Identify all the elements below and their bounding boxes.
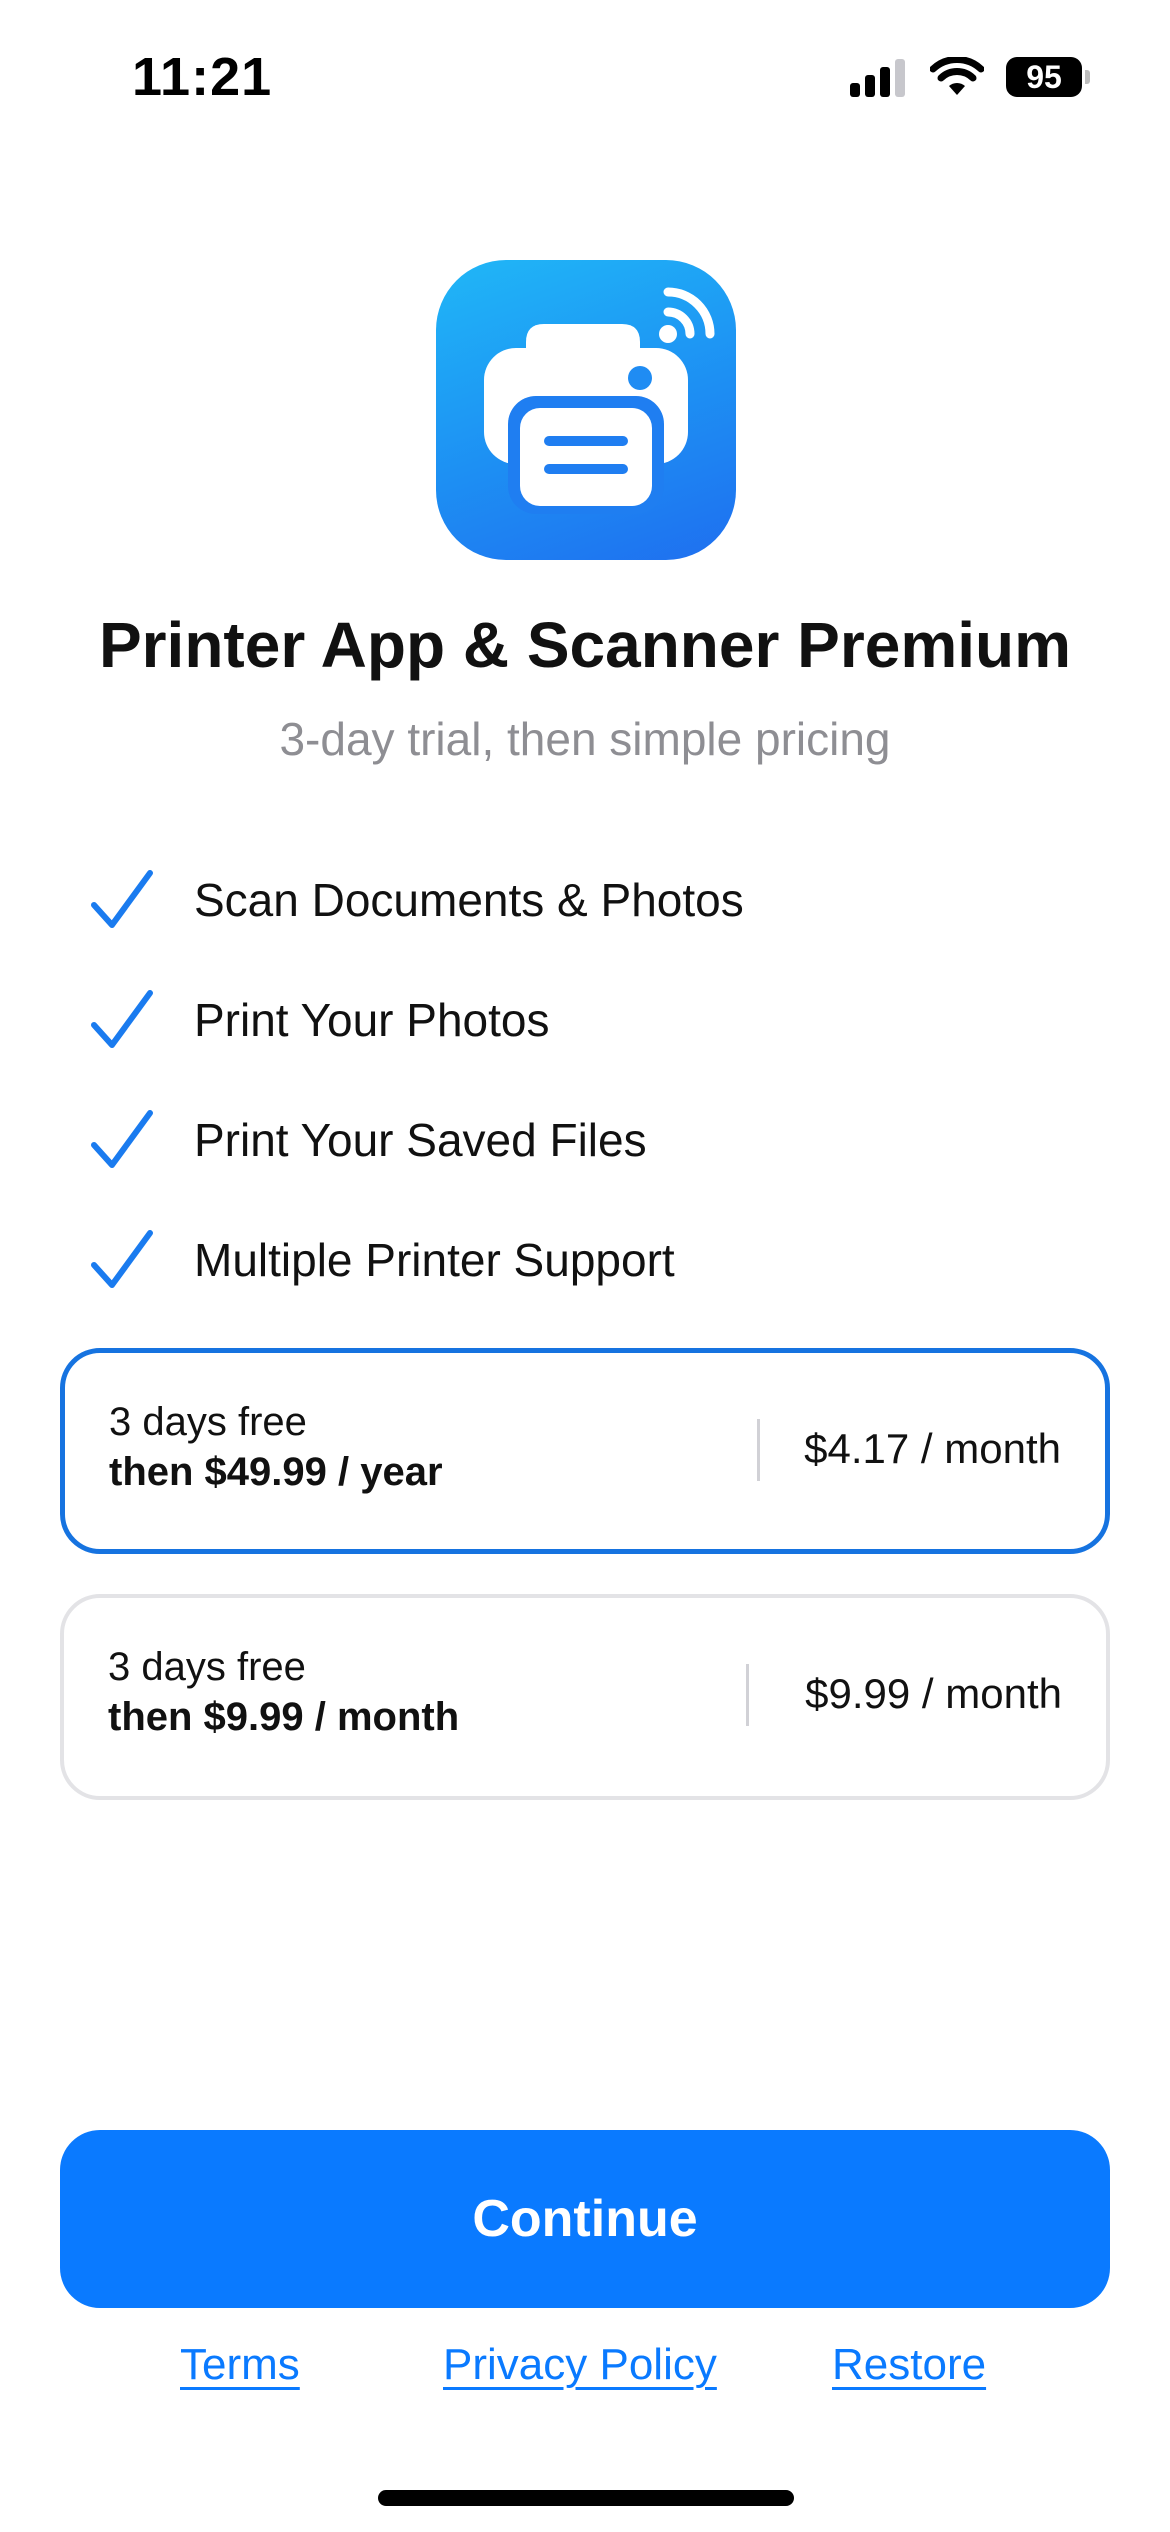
battery-icon: 95 (1006, 57, 1090, 97)
plan-monthly-price: $9.99 / month (805, 1670, 1062, 1717)
feature-label: Scan Documents & Photos (194, 874, 744, 926)
printer-wifi-icon (436, 260, 736, 560)
plan-price: then $49.99 / year (109, 1450, 443, 1494)
restore-link[interactable]: Restore (832, 2340, 986, 2390)
battery-tip (1085, 70, 1090, 84)
check-icon (91, 870, 153, 928)
home-indicator (378, 2490, 794, 2506)
page-title: Printer App & Scanner Premium (98, 609, 1072, 681)
plan-details: 3 days free then $9.99 / month (108, 1642, 459, 1742)
status-time: 11:21 (132, 47, 273, 107)
feature-item: Print Your Photos (88, 960, 1088, 1080)
plan-divider (757, 1419, 760, 1481)
plan-trial: 3 days free (109, 1400, 307, 1444)
feature-list: Scan Documents & Photos Print Your Photo… (88, 840, 1088, 1320)
privacy-policy-link[interactable]: Privacy Policy (443, 2340, 717, 2390)
signal-icon (850, 59, 905, 97)
plan-monthly-price: $4.17 / month (804, 1425, 1061, 1472)
plan-price: then $9.99 / month (108, 1695, 460, 1739)
check-icon (91, 990, 153, 1048)
plan-trial: 3 days free (108, 1645, 306, 1689)
check-icon (91, 1230, 153, 1288)
feature-item: Multiple Printer Support (88, 1200, 1088, 1320)
feature-label: Multiple Printer Support (194, 1234, 675, 1286)
continue-button[interactable]: Continue (60, 2130, 1110, 2308)
plan-option-yearly[interactable]: 3 days free then $49.99 / year $4.17 / m… (60, 1348, 1110, 1554)
feature-label: Print Your Saved Files (194, 1114, 647, 1166)
feature-item: Print Your Saved Files (88, 1080, 1088, 1200)
terms-link[interactable]: Terms (180, 2340, 300, 2390)
feature-item: Scan Documents & Photos (88, 840, 1088, 960)
feature-label: Print Your Photos (194, 994, 550, 1046)
plan-option-monthly[interactable]: 3 days free then $9.99 / month $9.99 / m… (60, 1594, 1110, 1800)
page-subtitle: 3-day trial, then simple pricing (279, 713, 891, 765)
status-icons: 95 (850, 52, 1090, 102)
check-icon (91, 1110, 153, 1168)
plan-details: 3 days free then $49.99 / year (109, 1397, 443, 1497)
plan-divider (746, 1664, 749, 1726)
battery-level: 95 (1006, 57, 1082, 97)
wifi-icon (930, 57, 984, 95)
